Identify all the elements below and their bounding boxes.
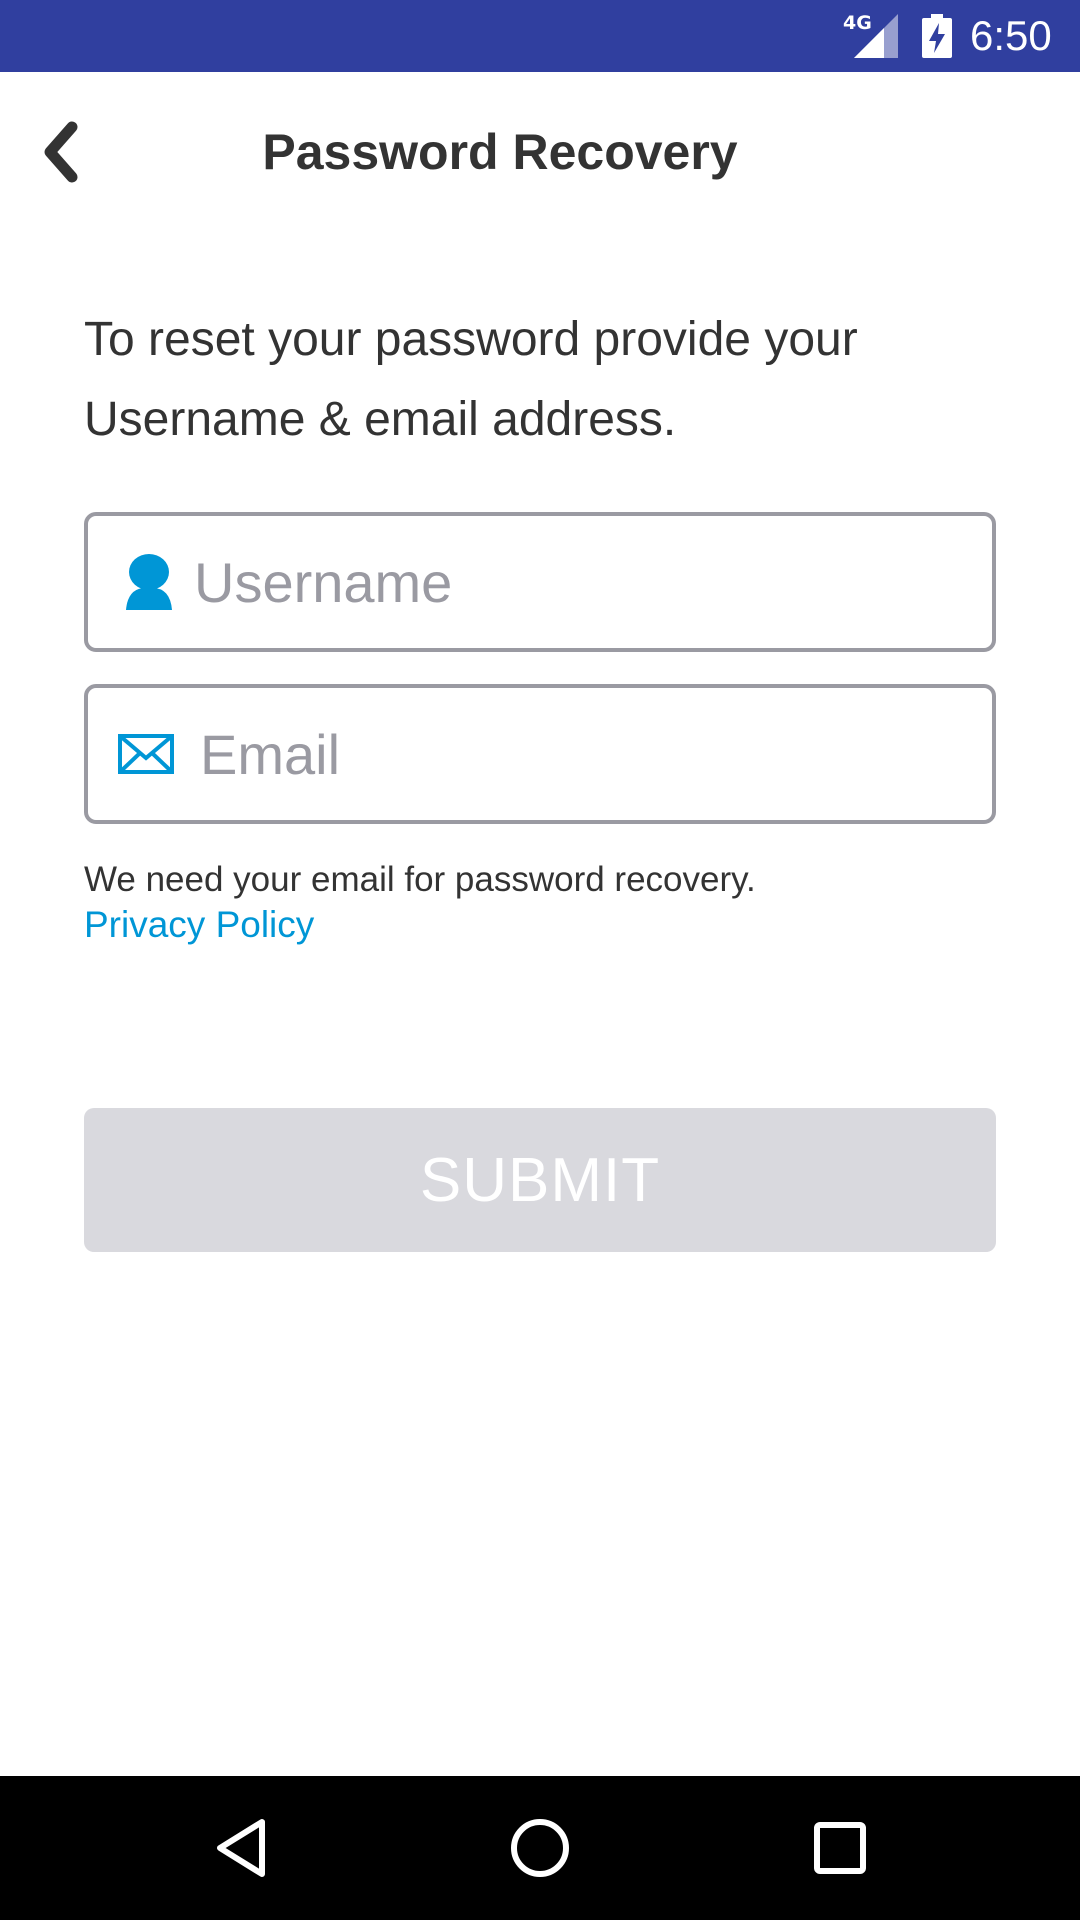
navigation-bar <box>0 1776 1080 1920</box>
back-triangle-icon <box>217 1819 265 1877</box>
email-note: We need your email for password recovery… <box>84 860 756 899</box>
page-title: Password Recovery <box>262 124 738 180</box>
chevron-left-icon <box>44 121 78 183</box>
user-icon <box>88 516 174 648</box>
mail-icon <box>88 688 174 820</box>
back-button[interactable] <box>20 112 100 192</box>
privacy-policy-link[interactable]: Privacy Policy <box>84 902 314 948</box>
email-field[interactable] <box>84 684 996 824</box>
username-field[interactable] <box>84 512 996 652</box>
intro-text: To reset your password provide your User… <box>84 313 858 446</box>
clock: 6:50 <box>970 12 1052 59</box>
username-input[interactable] <box>174 516 992 648</box>
recents-square-icon <box>814 1822 866 1874</box>
status-bar: 4G 6:50 <box>0 0 1080 72</box>
app-bar: Password Recovery <box>0 72 1080 247</box>
submit-button[interactable]: SUBMIT <box>84 1108 996 1252</box>
nav-recents-button[interactable] <box>800 1808 880 1888</box>
email-input[interactable] <box>174 688 992 820</box>
nav-home-button[interactable] <box>500 1808 580 1888</box>
home-circle-icon <box>511 1819 569 1877</box>
nav-back-button[interactable] <box>202 1808 282 1888</box>
signal-icon <box>854 14 898 58</box>
battery-charging-icon <box>922 14 952 58</box>
